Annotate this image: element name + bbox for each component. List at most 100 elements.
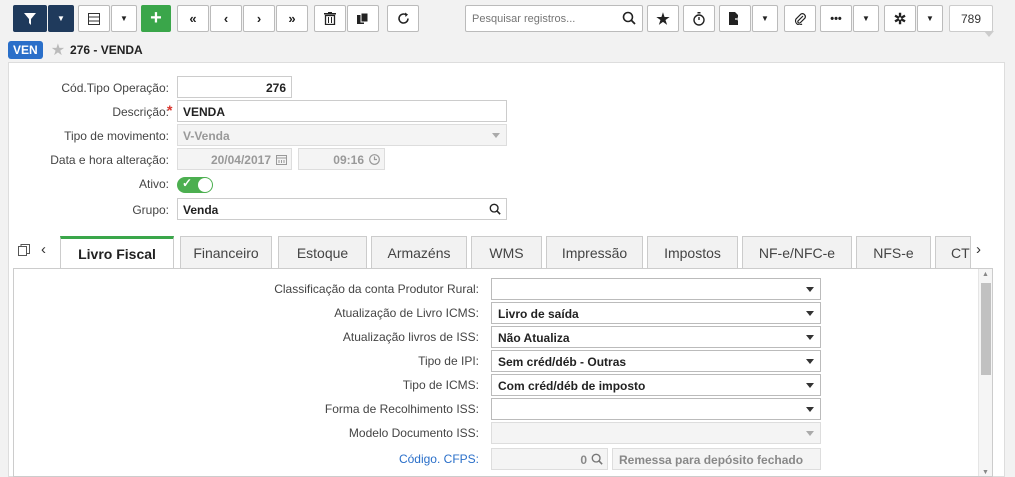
livros-iss-value: Não Atualiza (498, 331, 570, 345)
livros-iss-select[interactable]: Não Atualiza (491, 326, 821, 348)
toolbar: ▼ ▼ + « ‹ › » ★ ▼ ••• ▼ ✲ ▼ 789 (0, 0, 1015, 37)
tipo-icms-label: Tipo de ICMS: (402, 378, 479, 392)
data-value: 20/04/2017 (210, 153, 271, 167)
modelo-doc-iss-select[interactable] (491, 422, 821, 444)
filter-dropdown-button[interactable]: ▼ (48, 5, 74, 32)
cod-tipo-label: Cód.Tipo Operação: (61, 81, 169, 95)
grupo-value: Venda (183, 203, 219, 217)
settings-dropdown-button[interactable]: ▼ (917, 5, 943, 32)
cfps-label-link[interactable]: Código. CFPS: (399, 452, 479, 466)
tipo-ipi-select[interactable]: Sem créd/déb - Outras (491, 350, 821, 372)
produtor-rural-select[interactable] (491, 278, 821, 300)
hora-field[interactable]: 09:16 (298, 148, 385, 170)
search-icon[interactable] (622, 11, 636, 25)
ellipsis-icon: ••• (830, 12, 842, 25)
tab-financeiro[interactable]: Financeiro (180, 236, 272, 268)
search-icon[interactable] (489, 203, 501, 215)
hora-value: 09:16 (333, 153, 364, 167)
scroll-up-icon[interactable]: ▲ (982, 271, 989, 278)
more-options-button[interactable]: ••• (820, 5, 852, 32)
copy-icon (357, 12, 369, 24)
livro-icms-row: Atualização de Livro ICMS: Livro de saíd… (14, 302, 992, 324)
tabs-scroll-right-icon[interactable]: › (976, 241, 981, 258)
caret-down-icon (806, 311, 814, 316)
clock-icon (369, 154, 380, 165)
previous-record-button[interactable]: ‹ (210, 5, 242, 32)
tab-nfe-nfce[interactable]: NF-e/NFC-e (742, 236, 852, 268)
cfps-code-field[interactable]: 0 (491, 448, 608, 470)
tab-armazens[interactable]: Armazéns (371, 236, 467, 268)
grid-view-button[interactable] (78, 5, 110, 32)
add-button[interactable]: + (141, 5, 171, 32)
view-dropdown-button[interactable]: ▼ (111, 5, 137, 32)
tipo-mov-select[interactable]: V-Venda (177, 124, 507, 146)
filter-icon (24, 12, 36, 25)
caret-down-icon (806, 407, 814, 412)
ativo-label: Ativo: (138, 177, 169, 191)
recolhimento-iss-label: Forma de Recolhimento ISS: (324, 402, 479, 416)
recolhimento-iss-select[interactable] (491, 398, 821, 420)
descricao-field[interactable]: VENDA (177, 100, 507, 122)
tab-nfse[interactable]: NFS-e (856, 236, 931, 268)
tab-estoque[interactable]: Estoque (278, 236, 367, 268)
tab-livro-fiscal[interactable]: Livro Fiscal (60, 236, 174, 269)
scrollbar-thumb[interactable] (981, 283, 991, 375)
descricao-row: Descrição: (9, 101, 169, 123)
paperclip-icon (794, 13, 806, 25)
copy-tabs-icon[interactable] (18, 244, 30, 259)
ativo-toggle[interactable]: ✓ (177, 176, 213, 193)
livro-icms-select[interactable]: Livro de saída (491, 302, 821, 324)
produtor-rural-row: Classificação da conta Produtor Rural: (14, 278, 992, 300)
timer-button[interactable] (683, 5, 715, 32)
grupo-label: Grupo: (132, 203, 169, 217)
tab-impressao[interactable]: Impressão (546, 236, 643, 268)
recolhimento-iss-row: Forma de Recolhimento ISS: (14, 398, 992, 420)
export-button[interactable] (719, 5, 751, 32)
stopwatch-icon (693, 11, 705, 26)
last-record-button[interactable]: » (276, 5, 308, 32)
modelo-doc-iss-row: Modelo Documento ISS: (14, 422, 992, 444)
grupo-field[interactable]: Venda (177, 198, 507, 220)
tab-wms[interactable]: WMS (471, 236, 542, 268)
export-dropdown-button[interactable]: ▼ (752, 5, 778, 32)
delete-button[interactable] (314, 5, 346, 32)
tipo-mov-row: Tipo de movimento: (9, 125, 169, 147)
tipo-ipi-label: Tipo de IPI: (418, 354, 479, 368)
tipo-mov-value: V-Venda (183, 129, 230, 143)
tipo-icms-value: Com créd/déb de imposto (498, 379, 646, 393)
tabs-scroll-left-icon[interactable]: ‹ (41, 241, 46, 258)
settings-button[interactable]: ✲ (884, 5, 916, 32)
tipo-icms-select[interactable]: Com créd/déb de imposto (491, 374, 821, 396)
caret-down-icon: ▼ (926, 14, 934, 23)
star-icon: ★ (656, 10, 670, 28)
file-export-icon (729, 12, 741, 25)
duplicate-button[interactable] (347, 5, 379, 32)
caret-down-icon (492, 133, 500, 138)
tab-ct[interactable]: CT (935, 236, 971, 268)
cod-tipo-field[interactable]: 276 (177, 76, 292, 98)
search-icon[interactable] (591, 453, 603, 465)
toggle-knob (198, 178, 212, 192)
caret-down-icon: ▼ (862, 14, 870, 23)
favorite-button[interactable]: ★ (647, 5, 679, 32)
attachment-button[interactable] (784, 5, 816, 32)
tab-impostos[interactable]: Impostos (647, 236, 738, 268)
filter-button[interactable] (13, 5, 47, 32)
caret-down-icon (806, 383, 814, 388)
data-field[interactable]: 20/04/2017 (177, 148, 292, 170)
panel-scrollbar[interactable]: ▲ ▼ (978, 269, 992, 476)
record-counter: 789 (949, 5, 994, 37)
scroll-down-icon[interactable]: ▼ (982, 469, 989, 476)
first-record-button[interactable]: « (177, 5, 209, 32)
grid-icon (88, 12, 100, 25)
refresh-button[interactable] (387, 5, 419, 32)
next-record-button[interactable]: › (243, 5, 275, 32)
caret-down-icon (806, 431, 814, 436)
descricao-label: Descrição: (112, 105, 169, 119)
gear-icon: ✲ (893, 10, 907, 28)
search-input[interactable] (466, 6, 616, 31)
favorite-star-icon[interactable]: ★ (51, 40, 65, 60)
more-dropdown-button[interactable]: ▼ (853, 5, 879, 32)
caret-down-icon: ▼ (120, 14, 128, 23)
tipo-mov-label: Tipo de movimento: (64, 129, 169, 143)
